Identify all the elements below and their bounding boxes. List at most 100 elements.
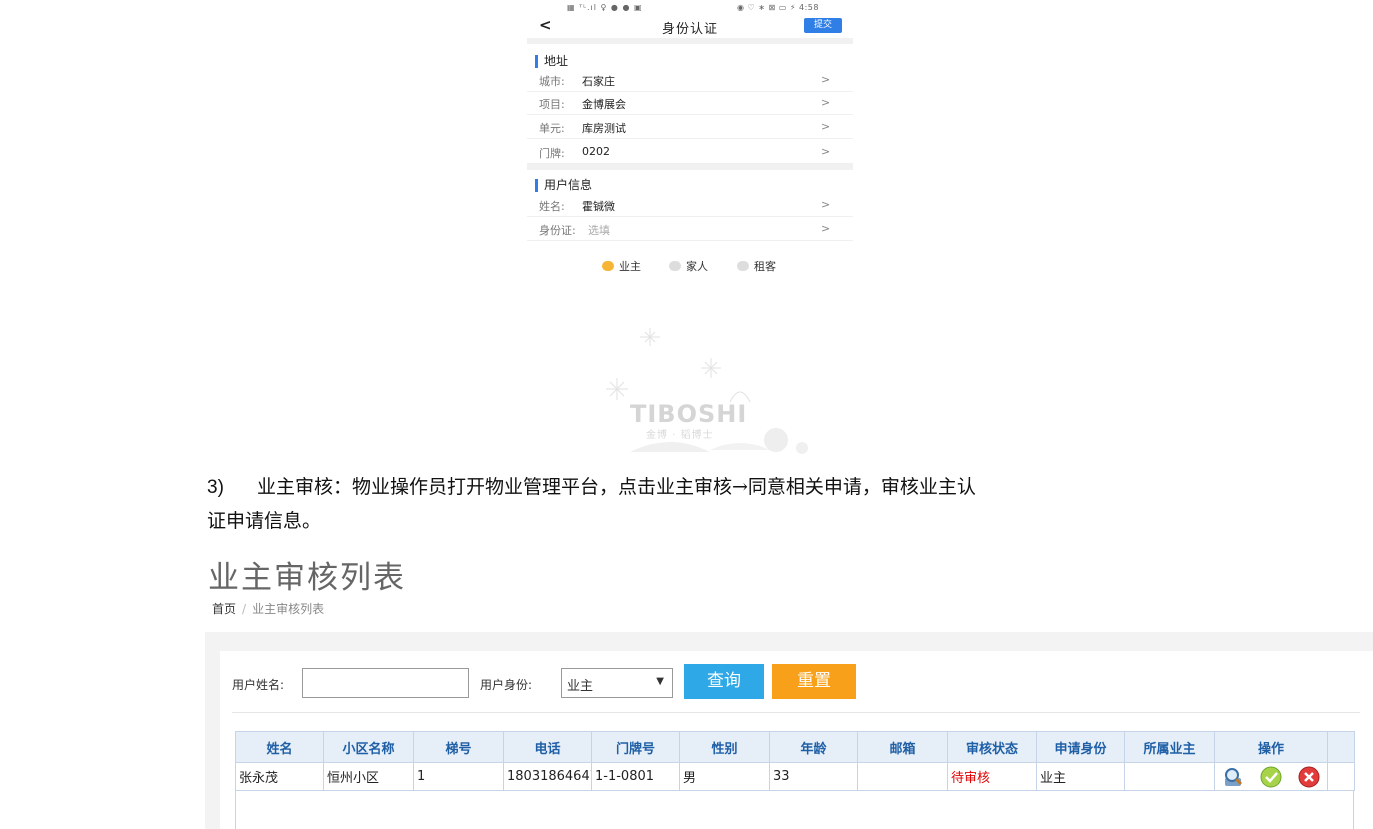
step-text-line2: 证申请信息。 [207,510,322,532]
unit-value: 库房测试 [582,122,626,135]
chevron-right-icon: > [821,198,831,211]
role-owner-radio[interactable]: 业主 [602,258,641,274]
col-header-name[interactable]: 姓名 [235,731,324,763]
cell-email [857,762,948,791]
idcard-value: 选填 [588,224,610,237]
breadcrumb-current: 业主审核列表 [252,602,325,616]
col-header-gender[interactable]: 性别 [679,731,770,763]
table-row[interactable]: 张永茂 恒州小区 1 18031864647 1-1-0801 男 33 待审核… [235,762,1355,791]
cell-community: 恒州小区 [323,762,414,791]
reject-icon[interactable] [1298,766,1320,788]
name-filter-input[interactable] [302,668,469,698]
role-selector: 业主 家人 租客 [527,258,853,274]
mobile-identity-screenshot: ▦ ᵀᴸ.ıl ♀ ● ● ▣ ◉ ♡ ∗ ⊠ ▭ ⚡ 4:58 < 身份认证 … [527,0,853,290]
col-header-owner[interactable]: 所属业主 [1124,731,1215,763]
name-filter-label: 用户姓名: [232,678,285,692]
step-paragraph-line1: 3) 业主审核：物业操作员打开物业管理平台，点击业主审核→同意相关申请，审核业主认 [207,472,976,499]
unit-label: 单元: [539,122,565,135]
name-value: 霍铖微 [582,200,615,213]
radio-unselected-icon [669,261,681,271]
col-header-email[interactable]: 邮箱 [857,731,948,763]
identity-filter-select[interactable]: 业主 ▼ [561,668,673,698]
watermark-subtitle: 金博 · 韬博士 [646,430,714,441]
breadcrumb: 首页 / 业主审核列表 [212,600,324,617]
cell-building: 1 [413,762,504,791]
project-row[interactable]: 项目: 金博展会 > [527,91,853,115]
cell-owner [1124,762,1215,791]
owner-audit-table: 姓名 小区名称 梯号 电话 门牌号 性别 年龄 邮箱 审核状态 申请身份 所属业… [235,731,1355,791]
idcard-row[interactable]: 身份证: 选填 > [527,217,853,241]
role-family-radio[interactable]: 家人 [669,258,708,274]
table-empty-area [235,791,1354,829]
approve-icon[interactable] [1260,766,1282,788]
query-button[interactable]: 查询 [684,664,764,699]
cell-phone: 18031864647 [503,762,592,791]
watermark-decoration-icon [606,328,808,454]
step-number: 3) [207,477,224,498]
city-row[interactable]: 城市: 石家庄 > [527,68,853,92]
cell-actions [1214,762,1328,791]
chevron-right-icon: > [821,120,831,133]
role-owner-label: 业主 [619,260,641,273]
view-icon[interactable] [1222,766,1244,788]
col-header-status[interactable]: 审核状态 [947,731,1037,763]
radio-selected-icon [602,261,614,271]
dropdown-caret-icon: ▼ [656,676,664,687]
address-section-title: 地址 [535,55,568,68]
step-text-line1: 业主审核：物业操作员打开物业管理平台，点击业主审核→同意相关申请，审核业主认 [257,476,976,498]
table-header-row: 姓名 小区名称 梯号 电话 门牌号 性别 年龄 邮箱 审核状态 申请身份 所属业… [235,731,1355,763]
cell-age: 33 [769,762,858,791]
col-header-age[interactable]: 年龄 [769,731,858,763]
cell-gender: 男 [679,762,770,791]
city-value: 石家庄 [582,75,615,88]
door-row[interactable]: 门牌: 0202 > [527,140,853,164]
col-header-filler [1327,731,1355,763]
role-family-label: 家人 [686,260,708,273]
chevron-right-icon: > [821,73,831,86]
name-row[interactable]: 姓名: 霍铖微 > [527,193,853,217]
reset-button[interactable]: 重置 [772,664,856,699]
breadcrumb-separator: / [242,602,247,616]
section-divider [527,38,853,44]
breadcrumb-home-link[interactable]: 首页 [212,602,236,616]
chevron-right-icon: > [821,96,831,109]
cell-status: 待审核 [947,762,1037,791]
chevron-right-icon: > [821,145,831,158]
col-header-identity[interactable]: 申请身份 [1036,731,1125,763]
door-label: 门牌: [539,147,565,160]
unit-row[interactable]: 单元: 库房测试 > [527,115,853,139]
chevron-right-icon: > [821,222,831,235]
name-label: 姓名: [539,200,565,213]
radio-unselected-icon [737,261,749,271]
col-header-building[interactable]: 梯号 [413,731,504,763]
status-bar: ▦ ᵀᴸ.ıl ♀ ● ● ▣ ◉ ♡ ∗ ⊠ ▭ ⚡ 4:58 [527,0,853,14]
page-title: 业主审核列表 [208,560,406,596]
status-icons-right: ◉ ♡ ∗ ⊠ ▭ ⚡ 4:58 [737,3,819,12]
col-header-phone[interactable]: 电话 [503,731,592,763]
identity-filter-label: 用户身份: [480,678,533,692]
project-label: 项目: [539,98,565,111]
col-header-door[interactable]: 门牌号 [591,731,680,763]
col-header-community[interactable]: 小区名称 [323,731,414,763]
door-value: 0202 [582,145,610,158]
submit-button[interactable]: 提交 [804,18,842,33]
city-label: 城市: [539,75,565,88]
user-section-title: 用户信息 [535,179,592,192]
col-header-actions: 操作 [1214,731,1328,763]
section-divider [527,164,853,170]
role-tenant-label: 租客 [754,260,776,273]
cell-filler [1327,762,1355,791]
cell-name: 张永茂 [235,762,324,791]
watermark-brand: TIBOSHI [630,400,748,428]
cell-door: 1-1-0801 [591,762,680,791]
role-tenant-radio[interactable]: 租客 [737,258,776,274]
idcard-label: 身份证: [539,224,576,237]
filter-divider [232,712,1360,713]
project-value: 金博展会 [582,98,626,111]
tiboshi-watermark-logo: TIBOSHI 金博 · 韬博士 [590,322,820,462]
step-paragraph-line2: 证申请信息。 [207,506,321,533]
cell-identity: 业主 [1036,762,1125,791]
identity-select-value: 业主 [567,679,594,694]
status-icons-left: ▦ ᵀᴸ.ıl ♀ ● ● ▣ [567,3,643,12]
nav-bar: < 身份认证 提交 [527,14,853,38]
